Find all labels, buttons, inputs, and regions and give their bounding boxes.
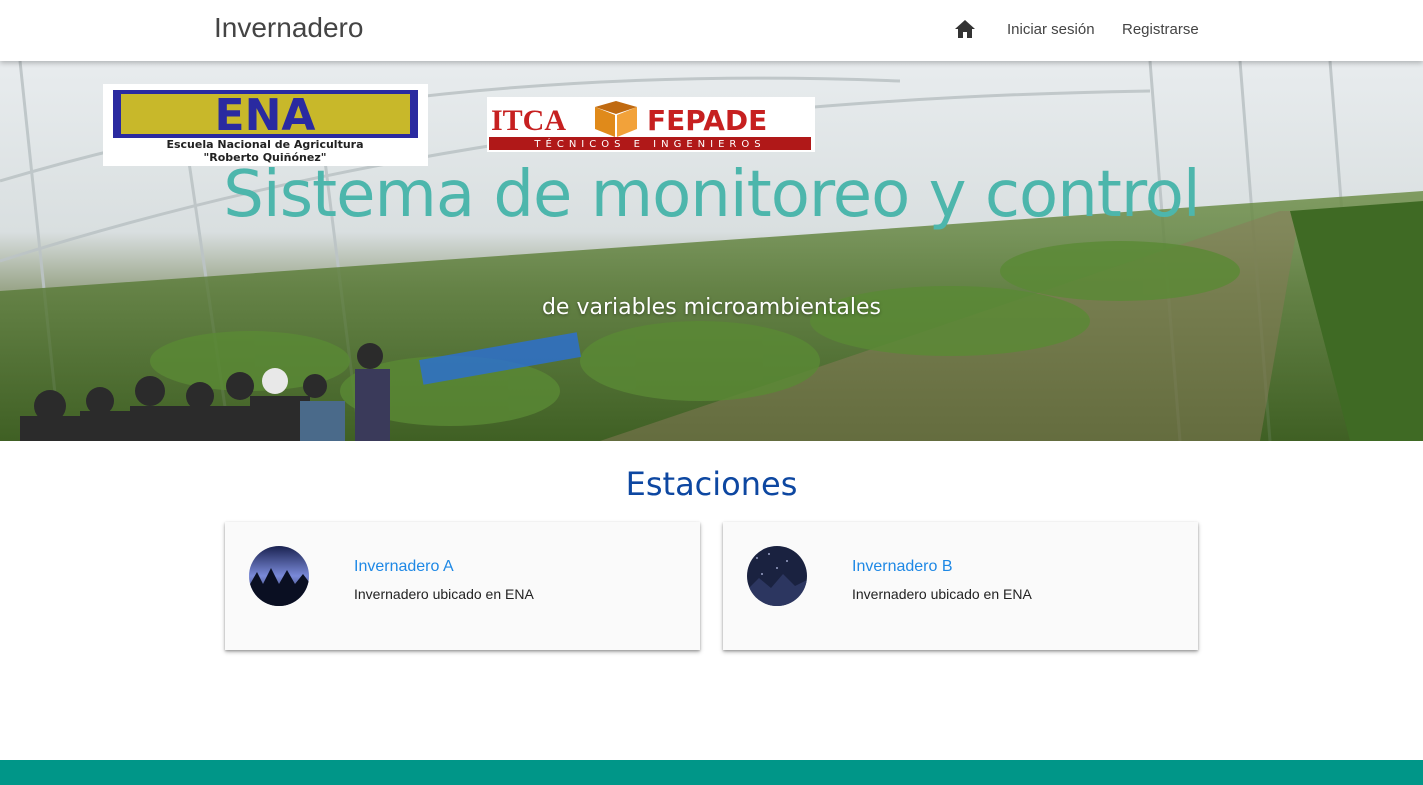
fepade-logo-text: FEPADE xyxy=(647,104,767,137)
ena-logo-text: ENA xyxy=(215,90,316,141)
station-b-title[interactable]: Invernadero B xyxy=(852,558,953,576)
station-card-b[interactable]: Invernadero B Invernadero ubicado en ENA xyxy=(723,522,1198,650)
station-card-a[interactable]: Invernadero A Invernadero ubicado en ENA xyxy=(225,522,700,650)
station-a-description: Invernadero ubicado en ENA xyxy=(354,586,534,602)
itca-tagline: TÉCNICOS E INGENIEROS xyxy=(533,137,765,150)
login-link[interactable]: Iniciar sesión xyxy=(1007,21,1095,38)
brand-title[interactable]: Invernadero xyxy=(214,12,363,44)
top-navbar: Invernadero Iniciar sesión Registrarse xyxy=(0,0,1423,61)
hero-title: Sistema de monitoreo y control xyxy=(223,158,1200,232)
register-link[interactable]: Registrarse xyxy=(1122,21,1199,38)
station-b-description: Invernadero ubicado en ENA xyxy=(852,586,1032,602)
ena-logo: ENA Escuela Nacional de Agricultura "Rob… xyxy=(103,84,428,166)
itca-logo-text: ITCA xyxy=(491,104,566,137)
ena-logo-line1: Escuela Nacional de Agricultura xyxy=(166,138,363,151)
stations-heading: Estaciones xyxy=(625,465,798,503)
page-footer xyxy=(0,760,1423,785)
station-b-avatar xyxy=(747,546,807,606)
hero-banner: ENA Escuela Nacional de Agricultura "Rob… xyxy=(0,61,1423,441)
itca-fepade-logo: ITCA FEPADE TÉCNICOS E INGENIEROS xyxy=(487,97,815,152)
hero-subtitle: de variables microambientales xyxy=(541,295,882,320)
station-a-avatar xyxy=(249,546,309,606)
station-a-title[interactable]: Invernadero A xyxy=(354,558,454,576)
home-icon[interactable] xyxy=(954,19,976,39)
